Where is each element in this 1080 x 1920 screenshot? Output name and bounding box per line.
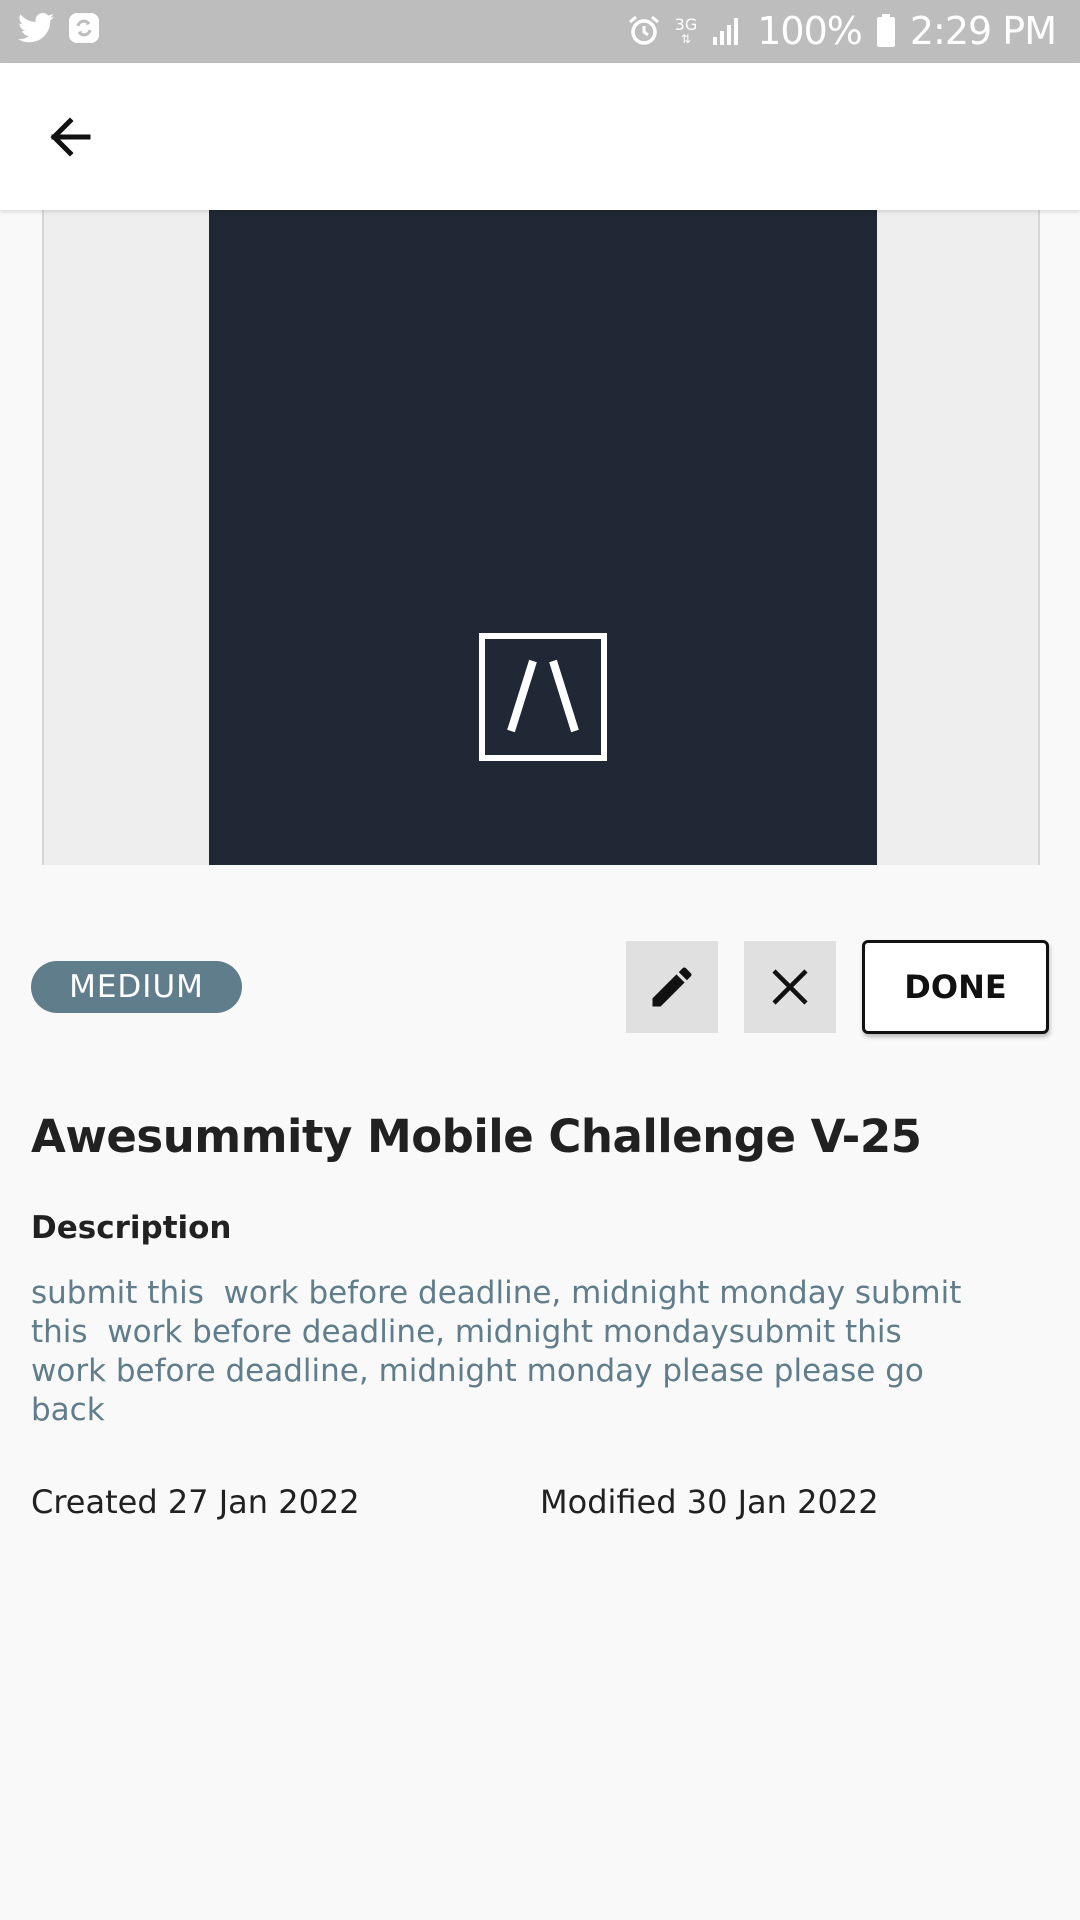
battery-percentage: 100% [757, 9, 863, 53]
task-details: MEDIUM DONE Awesummity Mobile Challenge … [0, 865, 1080, 1920]
app-bar [0, 63, 1080, 210]
app-logo-icon [479, 633, 607, 761]
created-date: Created 27 Jan 2022 [31, 1483, 360, 1521]
close-icon [772, 969, 808, 1005]
twitter-icon [18, 13, 54, 43]
description-label: Description [31, 1210, 232, 1246]
done-button[interactable]: DONE [862, 940, 1049, 1034]
clock: 2:29 PM [909, 9, 1057, 53]
sync-icon [68, 12, 100, 44]
task-cover-image [209, 210, 877, 865]
delete-button[interactable] [744, 941, 836, 1033]
priority-badge: MEDIUM [31, 961, 242, 1013]
alarm-icon [627, 14, 661, 48]
modified-date: Modified 30 Jan 2022 [540, 1483, 879, 1521]
description-text: submit this work before deadline, midnig… [31, 1275, 962, 1428]
back-button[interactable] [42, 111, 102, 163]
arrow-left-icon [50, 117, 91, 157]
battery-icon [876, 14, 896, 48]
edit-button[interactable] [626, 941, 718, 1033]
network-3g-icon: 3G ⇅ [674, 15, 698, 46]
status-bar: 3G ⇅ 100% 2:29 PM [0, 0, 1080, 63]
pencil-icon [652, 967, 692, 1007]
signal-icon [711, 15, 743, 47]
task-title: Awesummity Mobile Challenge V-25 [31, 1110, 922, 1163]
task-image-container [42, 210, 1040, 865]
